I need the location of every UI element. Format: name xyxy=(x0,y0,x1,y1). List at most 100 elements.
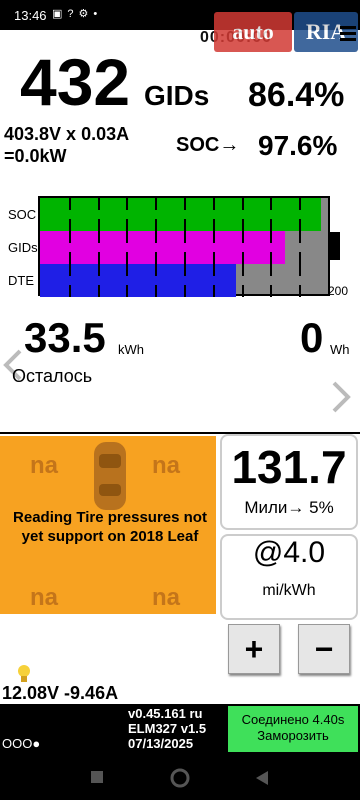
remaining-energy-unit: kWh xyxy=(118,342,144,357)
watermark-logo: auto RIA xyxy=(214,8,360,54)
freeze-label: Заморозить xyxy=(257,728,329,743)
bar-tick xyxy=(270,264,272,276)
aux-battery-readout: 12.08V -9.46A xyxy=(2,683,119,703)
battery-bar-chart xyxy=(38,196,330,297)
bar-tick xyxy=(184,264,186,276)
bar-tick xyxy=(69,264,71,276)
bar-tick xyxy=(242,252,244,264)
bar-tick xyxy=(270,285,272,297)
bar-tick xyxy=(155,198,157,210)
bar-tick xyxy=(69,231,71,243)
bar-tick xyxy=(299,252,301,264)
status-icons: ▣?⚙• xyxy=(52,7,102,20)
battery-tip xyxy=(330,232,340,260)
back-icon[interactable] xyxy=(254,769,270,787)
dot-icon: • xyxy=(93,8,103,20)
bar-tick xyxy=(98,198,100,210)
range-value: 131.7 xyxy=(231,441,347,493)
bar-tick xyxy=(98,252,100,264)
bar-tick xyxy=(98,219,100,231)
bar-tick xyxy=(242,285,244,297)
connection-status: Соединено 4.40s xyxy=(241,712,345,727)
soc-label: SOC→ xyxy=(176,134,240,156)
increase-button[interactable]: + xyxy=(228,624,280,674)
bar-tick xyxy=(213,252,215,264)
recent-apps-icon[interactable] xyxy=(90,770,104,784)
bar-label-soc: SOC xyxy=(8,207,37,222)
gids-label: GIDs xyxy=(144,80,210,111)
bar-tick xyxy=(184,285,186,297)
menu-icon[interactable] xyxy=(340,26,356,42)
bar-tick xyxy=(126,252,128,264)
status-time: 13:46 xyxy=(14,8,47,23)
adapter-version: ELM327 v1.5 xyxy=(128,721,207,736)
bar-tick xyxy=(98,231,100,243)
bar-tick xyxy=(69,252,71,264)
bar-tick xyxy=(184,198,186,210)
car-icon xyxy=(94,442,126,510)
connection-button[interactable]: Соединено 4.40s Заморозить xyxy=(228,706,358,752)
bar-tick xyxy=(299,219,301,231)
charge-energy-unit: Wh xyxy=(330,342,350,357)
bar-tick xyxy=(155,285,157,297)
bar-tick xyxy=(242,219,244,231)
dte-max-label: 200 xyxy=(328,284,349,298)
build-date: 07/13/2025 xyxy=(128,736,194,751)
gids-value: 432 xyxy=(20,45,131,119)
bar-label-gids: GIDs xyxy=(8,240,38,255)
range-unit: Мили→ 5% xyxy=(244,498,334,517)
tire-front-right: na xyxy=(152,452,181,479)
tire-front-left: na xyxy=(30,452,59,479)
bar-tick xyxy=(213,198,215,210)
bar-tick xyxy=(126,231,128,243)
bar-tick xyxy=(69,198,71,210)
bar-tick xyxy=(270,252,272,264)
bar-tick xyxy=(126,198,128,210)
settings-icon: ⚙ xyxy=(78,8,94,20)
bar-tick xyxy=(155,252,157,264)
bar-tick xyxy=(98,285,100,297)
help-icon: ? xyxy=(67,8,79,20)
bar-tick xyxy=(126,264,128,276)
efficiency-value: @4.0 xyxy=(252,536,326,569)
bar-tick xyxy=(213,231,215,243)
bar-tick xyxy=(184,219,186,231)
remaining-energy-value: 33.5 xyxy=(24,314,106,361)
bar-tick xyxy=(126,285,128,297)
app-version: v0.45.161 ru xyxy=(128,706,203,721)
power-readout: =0.0kW xyxy=(4,146,67,166)
bar-tick xyxy=(299,285,301,297)
lightbulb-icon xyxy=(18,665,30,682)
remaining-label: Осталось xyxy=(12,366,93,386)
voltage-current: 403.8V x 0.03A xyxy=(4,124,130,144)
home-icon[interactable] xyxy=(170,768,190,788)
bar-tick xyxy=(213,219,215,231)
bar-tick xyxy=(299,264,301,276)
bar-tick xyxy=(242,198,244,210)
decrease-button[interactable]: − xyxy=(298,624,350,674)
bar-tick xyxy=(155,231,157,243)
tire-rear-right: na xyxy=(152,584,181,611)
bar-tick xyxy=(184,252,186,264)
bar-tick xyxy=(155,264,157,276)
bar-tick xyxy=(213,285,215,297)
android-nav-bar xyxy=(0,758,360,800)
gallery-icon: ▣ xyxy=(52,8,68,20)
bar-tick xyxy=(270,198,272,210)
efficiency-unit: mi/kWh xyxy=(262,582,316,599)
next-page-icon[interactable] xyxy=(330,380,352,414)
bar-soc xyxy=(40,198,321,231)
connection-dots: OOO● xyxy=(2,736,41,751)
bar-gids xyxy=(40,231,285,264)
bar-tick xyxy=(98,264,100,276)
bar-tick xyxy=(242,231,244,243)
bar-tick xyxy=(270,219,272,231)
bar-tick xyxy=(69,285,71,297)
bar-tick xyxy=(155,219,157,231)
bar-tick xyxy=(126,219,128,231)
bar-tick xyxy=(69,219,71,231)
tire-rear-left: na xyxy=(30,584,59,611)
bar-label-dte: DTE xyxy=(8,273,34,288)
bar-tick xyxy=(213,264,215,276)
tire-message: Reading Tire pressures not yet support o… xyxy=(13,509,207,545)
